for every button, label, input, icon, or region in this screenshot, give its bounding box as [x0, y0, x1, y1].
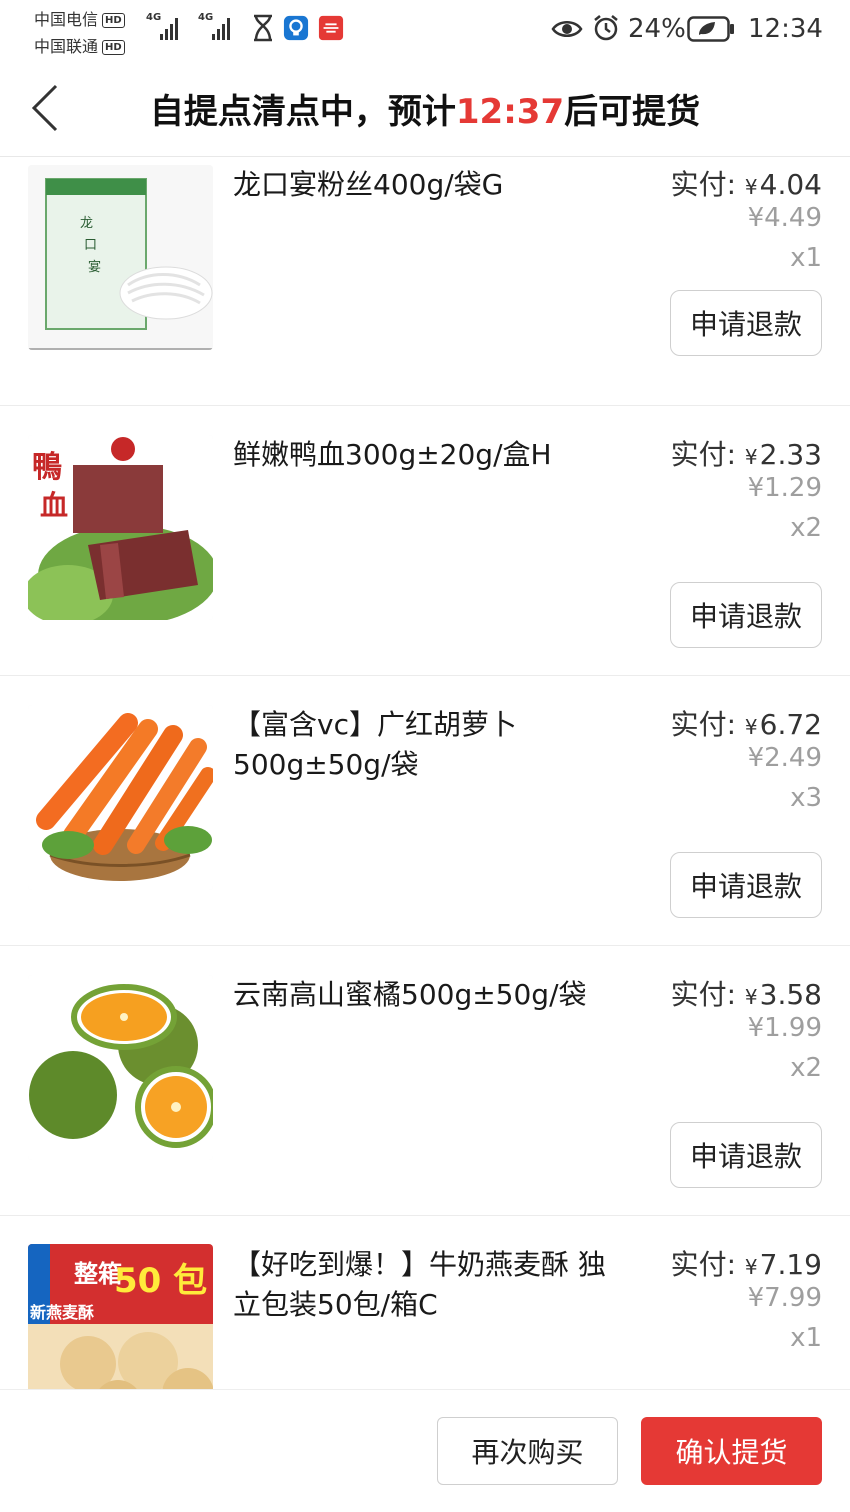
list-item: 云南高山蜜橘500g±50g/袋 实付: ¥3.58 ¥1.99 x2 申请退款 — [0, 945, 850, 1216]
paid-amount: 实付: ¥4.04 — [670, 168, 822, 201]
carrier-1: 中国电信 — [34, 10, 99, 29]
svg-text:口: 口 — [84, 238, 97, 253]
buy-again-button[interactable]: 再次购买 — [437, 1417, 618, 1485]
paid-amount: 实付: ¥2.33 — [670, 438, 822, 471]
refund-button[interactable]: 申请退款 — [670, 1122, 822, 1188]
list-item: 鴨 血 鲜嫩鸭血300g±20g/盒H 实付: ¥2.33 ¥1.29 x2 申… — [0, 405, 850, 676]
eye-icon — [551, 21, 583, 37]
original-price: ¥1.99 — [747, 1013, 822, 1043]
product-image-oranges — [28, 975, 213, 1160]
quantity: x3 — [790, 783, 822, 813]
list-item: 整箱 50 包 新燕麦酥 【好吃到爆！】牛奶燕麦酥 独立包装50包/箱C 实付:… — [0, 1215, 850, 1389]
original-price: ¥7.99 — [747, 1283, 822, 1313]
alarm-icon — [594, 15, 618, 41]
bottom-action-bar: 再次购买 确认提货 — [0, 1389, 850, 1512]
list-item: 【富含vc】广红胡萝卜500g±50g/袋 实付: ¥6.72 ¥2.49 x3… — [0, 675, 850, 946]
title-prefix: 自提点清点中，预计 — [149, 92, 456, 132]
product-image-carrots — [28, 705, 213, 890]
quantity: x1 — [790, 243, 822, 273]
hd-badge: HD — [102, 40, 125, 55]
list-item: 龙 口 宴 龙口宴粉丝400g/袋G 实付: ¥4.04 ¥4.49 x1 申请… — [0, 157, 850, 406]
carrier-2: 中国联通 — [34, 37, 99, 56]
refund-button[interactable]: 申请退款 — [670, 290, 822, 356]
paid-amount: 实付: ¥6.72 — [670, 708, 822, 741]
product-name[interactable]: 龙口宴粉丝400g/袋G — [233, 165, 613, 205]
battery-percent: 24% — [628, 14, 686, 44]
product-image-duck-blood: 鴨 血 — [28, 435, 213, 620]
clock: 12:34 — [748, 14, 823, 44]
paid-amount: 实付: ¥3.58 — [670, 978, 822, 1011]
refund-button[interactable]: 申请退款 — [670, 582, 822, 648]
original-price: ¥1.29 — [747, 473, 822, 503]
original-price: ¥4.49 — [747, 203, 822, 233]
box-text: 新燕麦酥 — [30, 1303, 94, 1322]
battery-icon — [687, 16, 734, 42]
page-header: 自提点清点中，预计12:37后可提货 — [0, 60, 850, 157]
product-image-vermicelli: 龙 口 宴 — [28, 165, 213, 350]
refund-button[interactable]: 申请退款 — [670, 852, 822, 918]
svg-text:鴨: 鴨 — [32, 450, 62, 485]
carrier-info: 中国电信 HD 中国联通 HD — [34, 6, 125, 60]
status-bar: 中国电信 HD 中国联通 HD 4G 4G 24% 12:34 — [0, 0, 850, 60]
title-suffix: 后可提货 — [564, 92, 701, 132]
quantity: x2 — [790, 513, 822, 543]
product-name[interactable]: 【好吃到爆！】牛奶燕麦酥 独立包装50包/箱C — [233, 1245, 613, 1325]
quantity: x2 — [790, 1053, 822, 1083]
app-notification-icon — [283, 15, 309, 41]
original-price: ¥2.49 — [747, 743, 822, 773]
quantity: x1 — [790, 1323, 822, 1353]
product-name[interactable]: 【富含vc】广红胡萝卜500g±50g/袋 — [233, 705, 613, 785]
app-notification-icon — [318, 15, 344, 41]
svg-text:宴: 宴 — [88, 259, 101, 275]
hd-badge: HD — [102, 13, 125, 28]
pickup-time: 12:37 — [455, 92, 565, 132]
order-item-list: 龙 口 宴 龙口宴粉丝400g/袋G 实付: ¥4.04 ¥4.49 x1 申请… — [0, 157, 850, 1389]
page-title: 自提点清点中，预计12:37后可提货 — [0, 84, 850, 133]
svg-text:龙: 龙 — [80, 216, 93, 231]
hourglass-icon — [254, 14, 272, 42]
product-name[interactable]: 云南高山蜜橘500g±50g/袋 — [233, 975, 613, 1015]
box-text: 50 包 — [114, 1261, 207, 1301]
confirm-pickup-button[interactable]: 确认提货 — [641, 1417, 822, 1485]
product-image-oat-crisp-box: 整箱 50 包 新燕麦酥 — [28, 1244, 213, 1389]
svg-text:血: 血 — [40, 489, 68, 522]
product-name[interactable]: 鲜嫩鸭血300g±20g/盒H — [233, 435, 613, 475]
paid-amount: 实付: ¥7.19 — [670, 1248, 822, 1281]
